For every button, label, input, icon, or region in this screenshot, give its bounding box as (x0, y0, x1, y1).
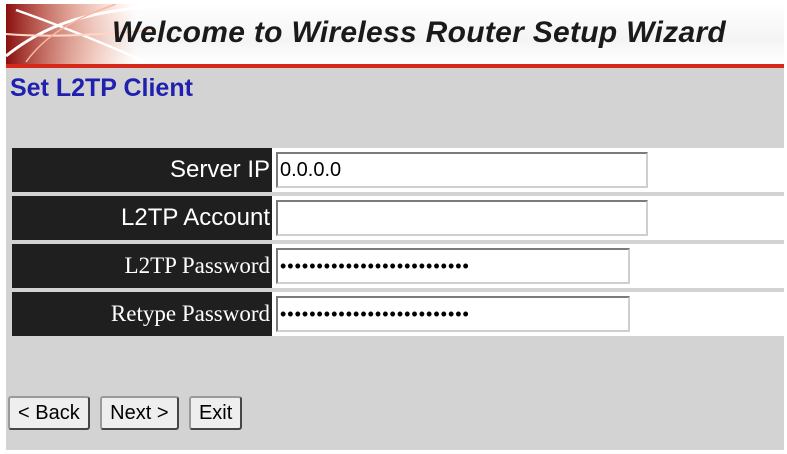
wizard-button-bar: < Back Next > Exit (8, 396, 248, 430)
form-row-server-ip: Server IP (12, 148, 784, 196)
wizard-banner: Welcome to Wireless Router Setup Wizard (6, 4, 784, 68)
server-ip-cell (272, 148, 784, 192)
next-button[interactable]: Next > (100, 396, 179, 430)
l2tp-account-label: L2TP Account (12, 196, 272, 240)
page-title: Set L2TP Client (10, 74, 193, 102)
banner-title: Welcome to Wireless Router Setup Wizard (112, 16, 727, 49)
form-row-retype-password: Retype Password (12, 292, 784, 340)
l2tp-account-input[interactable] (276, 200, 648, 236)
retype-password-cell (272, 292, 784, 336)
wizard-panel: Set L2TP Client Server IP L2TP Account L… (6, 68, 784, 450)
l2tp-account-cell (272, 196, 784, 240)
l2tp-password-label: L2TP Password (12, 244, 272, 288)
back-button[interactable]: < Back (8, 396, 90, 430)
retype-password-input[interactable] (276, 296, 630, 332)
form-row-l2tp-password: L2TP Password (12, 244, 784, 292)
server-ip-label: Server IP (12, 148, 272, 192)
l2tp-password-cell (272, 244, 784, 288)
exit-button[interactable]: Exit (188, 396, 243, 430)
server-ip-input[interactable] (276, 152, 648, 188)
l2tp-password-input[interactable] (276, 248, 630, 284)
form-row-l2tp-account: L2TP Account (12, 196, 784, 244)
l2tp-form: Server IP L2TP Account L2TP Password Ret… (12, 148, 784, 340)
retype-password-label: Retype Password (12, 292, 272, 336)
